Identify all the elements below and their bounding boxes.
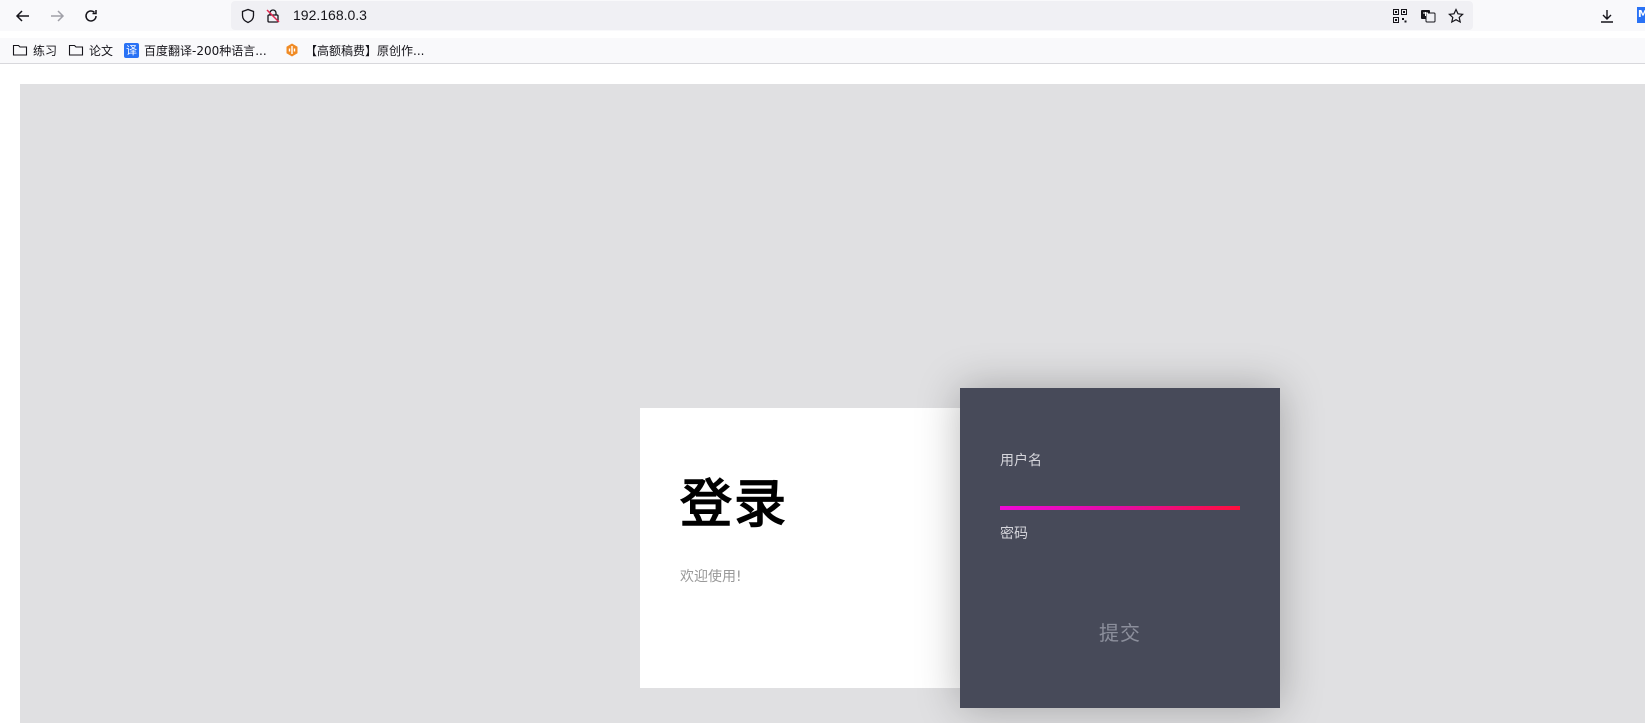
submit-button[interactable]: 提交: [1060, 614, 1180, 648]
bilibili-favicon: [284, 42, 300, 58]
bookmark-label: 【高额稿费】原创作...: [305, 43, 425, 58]
bookmarks-bar: 练习 论文 译 百度翻译-200种语言... 【高额稿费】原创作...: [0, 38, 1645, 64]
username-input[interactable]: [1000, 476, 1240, 504]
browser-toolbar: 192.168.0.3 M: [0, 0, 1645, 31]
bookmark-folder-practice[interactable]: 练习: [12, 39, 57, 61]
login-title: 登录: [680, 475, 789, 535]
back-button[interactable]: [11, 4, 35, 28]
welcome-card: [640, 408, 960, 688]
arrow-right-icon: [51, 10, 65, 22]
bookmark-folder-papers[interactable]: 论文: [68, 39, 113, 61]
bookmark-label: 练习: [33, 43, 58, 58]
bookmark-label: 论文: [89, 43, 114, 58]
qr-code-icon[interactable]: [1391, 7, 1409, 25]
username-underline: [1000, 506, 1240, 510]
folder-icon: [12, 42, 28, 58]
translate-favicon: 译: [124, 42, 139, 58]
insecure-lock-icon[interactable]: [264, 7, 282, 25]
folder-icon: [68, 42, 84, 58]
username-label: 用户名: [1000, 453, 1042, 469]
url-text[interactable]: 192.168.0.3: [293, 7, 367, 23]
password-label: 密码: [1000, 526, 1028, 542]
download-icon: [1601, 10, 1613, 23]
bookmark-label: 百度翻译-200种语言...: [144, 43, 267, 58]
download-button[interactable]: [1596, 5, 1618, 27]
reload-icon: [85, 10, 97, 22]
password-input[interactable]: [1000, 548, 1240, 576]
bookmark-baidu-translate[interactable]: 译 百度翻译-200种语言...: [124, 39, 267, 61]
bookmark-bilibili-article[interactable]: 【高额稿费】原创作...: [284, 39, 424, 61]
reload-button[interactable]: [79, 4, 103, 28]
address-bar[interactable]: 192.168.0.3: [231, 1, 1473, 30]
welcome-text: 欢迎使用!: [680, 569, 742, 585]
translate-icon[interactable]: [1419, 7, 1437, 25]
shield-icon[interactable]: [239, 7, 257, 25]
extension-icon[interactable]: M: [1637, 7, 1645, 23]
arrow-left-icon: [15, 10, 29, 22]
forward-button[interactable]: [45, 4, 69, 28]
star-icon[interactable]: [1447, 7, 1465, 25]
